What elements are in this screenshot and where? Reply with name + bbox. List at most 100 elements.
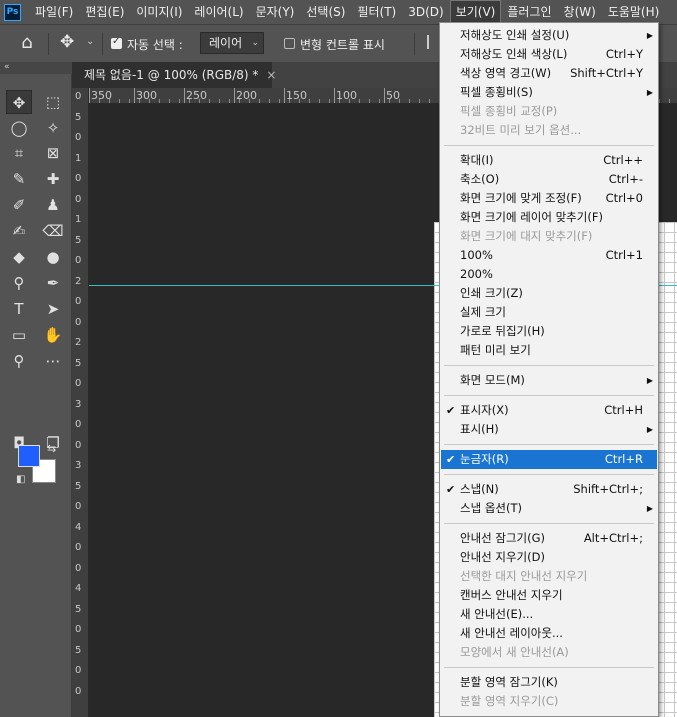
submenu-arrow-icon: ▶ (646, 88, 653, 97)
menu-11[interactable]: 도움말(H) (602, 0, 666, 24)
menu-9[interactable]: 플러그인 (501, 0, 557, 24)
ruler-tick-label: 0 (75, 542, 82, 553)
menu-4[interactable]: 문자(Y) (250, 0, 301, 24)
ruler-minor-tick (229, 99, 230, 103)
document-tab[interactable]: 제목 없음-1 @ 100% (RGB/8) * × (72, 62, 276, 88)
menu-6[interactable]: 필터(T) (351, 0, 402, 24)
collapse-panel-icon[interactable]: « (0, 62, 72, 74)
frame-tool-icon[interactable]: ⊠ (40, 141, 66, 165)
hand-tool-icon[interactable]: ✋ (40, 323, 66, 347)
ruler-minor-tick (189, 99, 190, 103)
history-brush-tool-icon[interactable]: ✍ (6, 219, 32, 243)
menu-2[interactable]: 이미지(I) (130, 0, 188, 24)
type-tool-icon[interactable]: T (6, 297, 32, 321)
menu-item[interactable]: 색상 영역 경고(W) Shift+Ctrl+Y (441, 64, 657, 83)
menu-item-label: 화면 모드(M) (460, 373, 525, 387)
close-icon[interactable]: × (266, 68, 276, 82)
magic-wand-tool-icon[interactable]: ✧ (40, 116, 66, 140)
menu-1[interactable]: 편집(E) (79, 0, 130, 24)
home-icon[interactable]: ⌂ (16, 33, 38, 53)
menu-item-label: 실제 크기 (460, 305, 506, 319)
pen-tool-icon[interactable]: ✒ (40, 271, 66, 295)
ruler-minor-tick (209, 99, 210, 103)
menu-item[interactable]: ✔ 눈금자(R) Ctrl+R (441, 450, 657, 469)
path-selection-tool-icon[interactable]: ➤ (40, 297, 66, 321)
more-tools-icon[interactable]: ⋯ (40, 349, 66, 373)
menu-item[interactable]: 안내선 지우기(D) (441, 548, 657, 567)
zoom-tool-icon[interactable]: ⚲ (6, 349, 32, 373)
default-colors-icon[interactable]: ◧ (16, 474, 25, 485)
auto-select-checkbox[interactable] (111, 36, 122, 49)
eyedropper-tool-icon[interactable]: ✎ (6, 167, 32, 191)
ruler-minor-tick (379, 99, 380, 103)
menu-item[interactable]: 화면 모드(M) ▶ (441, 371, 657, 390)
clone-stamp-tool-icon[interactable]: ♟ (40, 193, 66, 217)
menu-item-label: 색상 영역 경고(W) (460, 66, 552, 80)
menu-item[interactable]: 분할 영역 잠그기(K) (441, 673, 657, 692)
vertical-ruler[interactable]: 0 5 0 1 0 0 1 5 0 2 0 0 2 5 0 3 0 0 3 5 0 4 0 0 4 5 0 5 0 0 (72, 88, 89, 717)
menu-5[interactable]: 선택(S) (300, 0, 351, 24)
menu-item[interactable]: 안내선 잠그기(G) Alt+Ctrl+; (441, 529, 657, 548)
menu-item[interactable]: 인쇄 크기(Z) (441, 284, 657, 303)
ruler-minor-tick (409, 99, 410, 103)
menu-item[interactable]: 새 안내선(E)... (441, 605, 657, 624)
paint-bucket-tool-icon[interactable]: ◆ (6, 245, 32, 269)
menu-8[interactable]: 보기(V) (449, 0, 502, 24)
marquee-tool-icon[interactable]: ⬚ (40, 90, 66, 114)
menu-item[interactable]: 화면 크기에 레이어 맞추기(F) (441, 208, 657, 227)
auto-select-target-dropdown[interactable]: 레이어 ⌄ (200, 32, 264, 54)
ruler-tick-label: 0 (75, 624, 82, 635)
chevron-down-icon[interactable]: ⌄ (86, 36, 94, 47)
menu-item-label: 새 안내선 레이아웃... (460, 626, 563, 640)
move-tool-icon[interactable]: ✥ (6, 90, 32, 114)
menu-item[interactable]: 화면 크기에 맞게 조정(F) Ctrl+0 (441, 189, 657, 208)
swap-colors-icon[interactable]: ⇆ (47, 442, 56, 455)
rectangle-tool-icon[interactable]: ▭ (6, 323, 32, 347)
transform-controls-checkbox[interactable] (284, 38, 295, 49)
menu-item[interactable]: 저해상도 인쇄 색상(L) Ctrl+Y (441, 45, 657, 64)
ruler-minor-tick (199, 99, 200, 103)
ruler-tick-label: 0 (75, 91, 82, 102)
menu-item[interactable]: 표시(H) ▶ (441, 420, 657, 439)
menu-item[interactable]: 축소(O) Ctrl+- (441, 170, 657, 189)
ruler-tick-label: 0 (75, 419, 82, 430)
dodge-tool-icon[interactable]: ⚲ (6, 271, 32, 295)
menu-item[interactable]: ✔ 스냅(N) Shift+Ctrl+; (441, 480, 657, 499)
menu-item[interactable]: 스냅 옵션(T) ▶ (441, 499, 657, 518)
menu-item[interactable]: 100% Ctrl+1 (441, 246, 657, 265)
menu-7[interactable]: 3D(D) (402, 0, 449, 24)
ruler-tick-label: 3 (75, 460, 82, 471)
menu-item[interactable]: 가로로 뒤집기(H) (441, 322, 657, 341)
menu-item[interactable]: 실제 크기 (441, 303, 657, 322)
menu-10[interactable]: 창(W) (558, 0, 602, 24)
ruler-minor-tick (659, 99, 660, 103)
ruler-tick-label: 5 (75, 234, 82, 246)
menu-item[interactable]: 새 안내선 레이아웃... (441, 624, 657, 643)
menu-item[interactable]: 저해상도 인쇄 설정(U) ▶ (441, 26, 657, 45)
menu-0[interactable]: 파일(F) (29, 0, 79, 24)
menu-item-label: 화면 크기에 맞게 조정(F) (460, 191, 582, 205)
lasso-tool-icon[interactable]: ◯ (6, 116, 32, 140)
brush-tool-icon[interactable]: ✐ (6, 193, 32, 217)
crop-tool-icon[interactable]: ⌗ (6, 141, 32, 165)
menu-item[interactable]: 캔버스 안내선 지우기 (441, 586, 657, 605)
ruler-minor-tick (109, 99, 110, 103)
menu-item[interactable]: 픽셀 종횡비(S) ▶ (441, 83, 657, 102)
eraser-tool-icon[interactable]: ⌫ (40, 219, 66, 243)
move-tool-icon[interactable]: ✥ (60, 32, 74, 52)
menu-item-label: 가로로 뒤집기(H) (460, 324, 545, 338)
menu-item[interactable]: ✔ 표시자(X) Ctrl+H (441, 401, 657, 420)
ruler-minor-tick (279, 99, 280, 103)
menu-separator (444, 145, 654, 146)
menu-3[interactable]: 레이어(L) (188, 0, 249, 24)
menu-separator (444, 667, 654, 668)
menu-item[interactable]: 확대(I) Ctrl++ (441, 151, 657, 170)
align-left-icon[interactable] (427, 35, 437, 49)
blur-tool-icon[interactable]: ● (40, 245, 66, 269)
menu-item-label: 표시(H) (460, 422, 499, 436)
menu-item[interactable]: 200% (441, 265, 657, 284)
foreground-color-swatch[interactable] (18, 445, 40, 467)
menu-item[interactable]: 패턴 미리 보기 (441, 341, 657, 360)
ruler-minor-tick (419, 99, 420, 103)
healing-brush-tool-icon[interactable]: ✚ (40, 167, 66, 191)
